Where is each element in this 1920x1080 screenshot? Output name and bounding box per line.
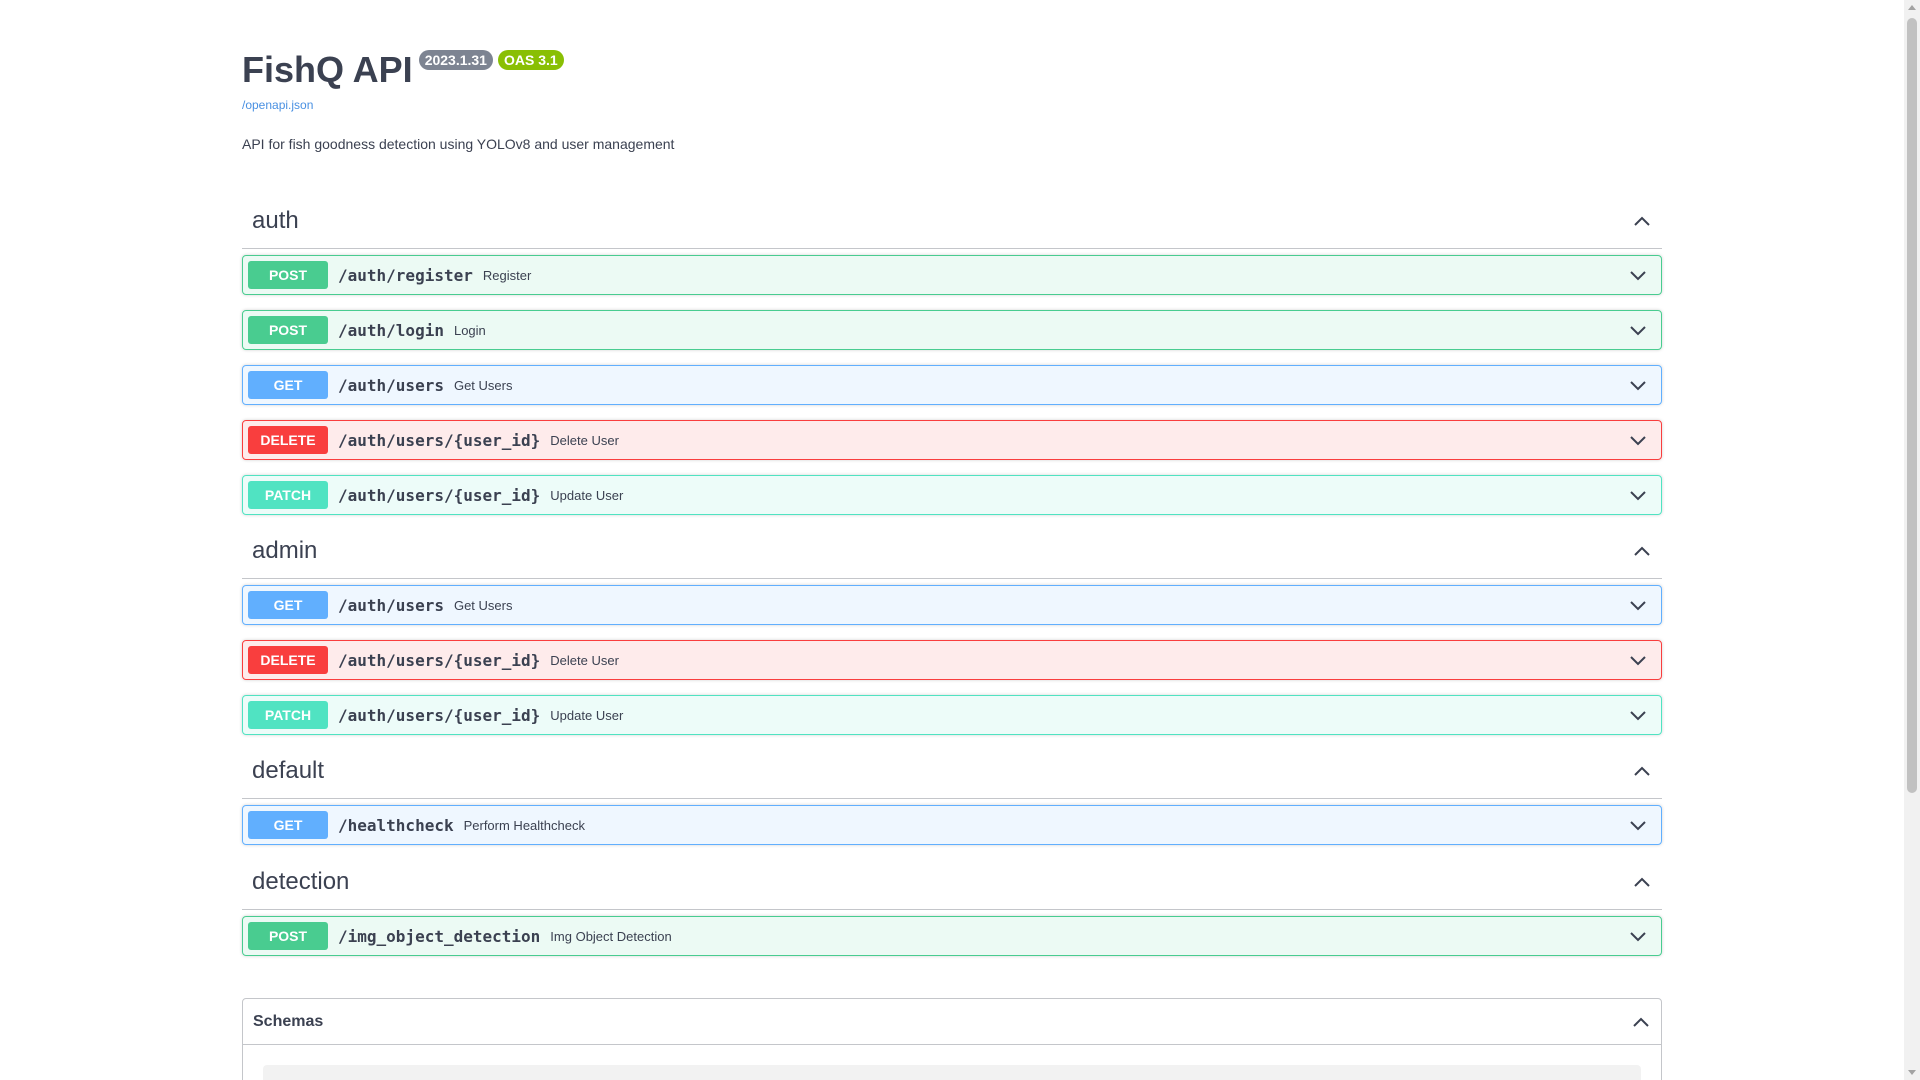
operation-get-healthcheck[interactable]: GET /healthcheck Perform Healthcheck (242, 805, 1662, 845)
chevron-down-icon[interactable] (1628, 430, 1648, 450)
method-badge: PATCH (248, 701, 328, 729)
operation-path: /auth/users/{user_id} (338, 705, 541, 725)
operation-get-auth-users[interactable]: GET /auth/users Get Users (242, 585, 1662, 625)
schemas-section: Schemas (242, 998, 1662, 1080)
operation-path: /auth/register (338, 265, 473, 285)
openapi-json-link[interactable]: /openapi.json (242, 98, 1662, 112)
operation-path: /auth/users (338, 375, 444, 395)
tag-header-auth[interactable]: auth (242, 193, 1662, 249)
operation-post-img-object-detection[interactable]: POST /img_object_detection Img Object De… (242, 916, 1662, 956)
operation-path: /auth/users (338, 595, 444, 615)
operation-delete-auth-user[interactable]: DELETE /auth/users/{user_id} Delete User (242, 640, 1662, 680)
operation-post-auth-login[interactable]: POST /auth/login Login (242, 310, 1662, 350)
method-badge: GET (248, 371, 328, 399)
method-badge: DELETE (248, 646, 328, 674)
chevron-down-icon[interactable] (1628, 815, 1648, 835)
method-badge: POST (248, 316, 328, 344)
operation-delete-auth-user[interactable]: DELETE /auth/users/{user_id} Delete User (242, 420, 1662, 460)
method-badge: POST (248, 922, 328, 950)
chevron-up-icon[interactable] (1632, 541, 1652, 561)
chevron-down-icon[interactable] (1628, 485, 1648, 505)
operation-summary: Update User (550, 487, 624, 503)
api-description: API for fish goodness detection using YO… (242, 136, 675, 152)
method-badge: GET (248, 811, 328, 839)
tag-section-auth: auth POST /auth/register Register POST /… (242, 193, 1662, 515)
schema-model-container[interactable] (263, 1065, 1641, 1080)
operation-path: /auth/users/{user_id} (338, 485, 541, 505)
operation-summary: Update User (550, 707, 624, 723)
operation-summary: Delete User (550, 652, 619, 668)
title-row: FishQ API 2023.1.31 OAS 3.1 (242, 48, 1662, 92)
operation-path: /auth/users/{user_id} (338, 430, 541, 450)
api-info: FishQ API 2023.1.31 OAS 3.1 /openapi.jso… (242, 48, 1662, 152)
tag-section-detection: detection POST /img_object_detection Img… (242, 854, 1662, 956)
operation-path: /auth/users/{user_id} (338, 650, 541, 670)
version-badge: 2023.1.31 (418, 50, 493, 70)
tag-section-admin: admin GET /auth/users Get Users DELETE /… (242, 523, 1662, 735)
operation-summary: Login (453, 322, 486, 338)
chevron-down-icon[interactable] (1628, 320, 1648, 340)
chevron-down-icon[interactable] (1628, 705, 1648, 725)
api-title: FishQ API (242, 49, 413, 90)
oas-badge: OAS 3.1 (497, 50, 564, 70)
scroll-up-arrow-icon[interactable] (1908, 5, 1916, 10)
chevron-down-icon[interactable] (1628, 375, 1648, 395)
operation-summary: Perform Healthcheck (463, 817, 585, 833)
operation-get-auth-users[interactable]: GET /auth/users Get Users (242, 365, 1662, 405)
method-badge: PATCH (248, 481, 328, 509)
method-badge: POST (248, 261, 328, 289)
operation-post-auth-register[interactable]: POST /auth/register Register (242, 255, 1662, 295)
operation-summary: Get Users (453, 377, 513, 393)
chevron-down-icon[interactable] (1628, 265, 1648, 285)
tag-header-admin[interactable]: admin (242, 523, 1662, 579)
scrollbar-thumb[interactable] (1907, 18, 1917, 793)
schemas-header[interactable]: Schemas (243, 999, 1661, 1045)
tag-name: detection (252, 867, 350, 895)
operation-path: /healthcheck (338, 815, 454, 835)
method-badge: GET (248, 591, 328, 619)
method-badge: DELETE (248, 426, 328, 454)
operation-summary: Delete User (550, 432, 619, 448)
chevron-up-icon[interactable] (1632, 211, 1652, 231)
tag-section-default: default GET /healthcheck Perform Healthc… (242, 743, 1662, 845)
tag-header-detection[interactable]: detection (242, 854, 1662, 910)
operation-path: /auth/login (338, 320, 444, 340)
tag-name: auth (252, 206, 299, 234)
operation-summary: Register (482, 267, 532, 283)
swagger-page: FishQ API 2023.1.31 OAS 3.1 /openapi.jso… (0, 0, 1904, 1080)
chevron-up-icon[interactable] (1632, 872, 1652, 892)
tag-name: default (252, 756, 325, 784)
tag-name: admin (252, 536, 318, 564)
operation-summary: Get Users (453, 597, 513, 613)
chevron-down-icon[interactable] (1628, 926, 1648, 946)
schemas-title: Schemas (253, 1012, 324, 1030)
operation-summary: Img Object Detection (550, 928, 672, 944)
chevron-up-icon[interactable] (1632, 761, 1652, 781)
chevron-down-icon[interactable] (1628, 650, 1648, 670)
tag-header-default[interactable]: default (242, 743, 1662, 799)
vertical-scrollbar[interactable] (1904, 0, 1920, 1080)
operation-patch-auth-user[interactable]: PATCH /auth/users/{user_id} Update User (242, 695, 1662, 735)
operation-path: /img_object_detection (338, 926, 541, 946)
operation-patch-auth-user[interactable]: PATCH /auth/users/{user_id} Update User (242, 475, 1662, 515)
chevron-up-icon[interactable] (1631, 1012, 1651, 1032)
chevron-down-icon[interactable] (1628, 595, 1648, 615)
scroll-down-arrow-icon[interactable] (1908, 1070, 1916, 1075)
